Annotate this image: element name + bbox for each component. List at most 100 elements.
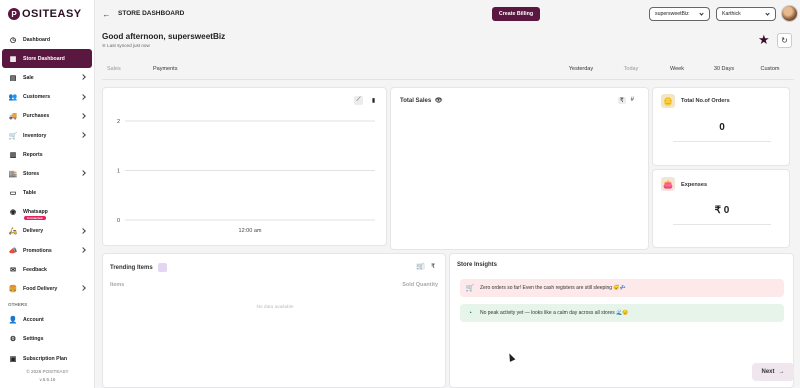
- total-orders-title: Total No.of Orders: [681, 98, 730, 104]
- sidebar-item-inventory[interactable]: 🛒 Inventory: [0, 126, 95, 145]
- tab-custom[interactable]: Custom: [754, 60, 786, 80]
- tab-today[interactable]: Today: [602, 60, 660, 80]
- trending-items-title-text: Trending Items: [110, 265, 153, 272]
- chevron-right-icon: [80, 93, 86, 100]
- logo-text: OSITEASY: [22, 8, 82, 20]
- chevron-down-icon: [765, 11, 770, 16]
- y-tick-label: 2: [117, 119, 120, 125]
- last-synced-text: Last synced just now: [107, 43, 150, 48]
- tab-30-days[interactable]: 30 Days: [694, 60, 754, 80]
- expenses-card: 👛 Expenses ₹ 0: [652, 169, 790, 248]
- hash-icon[interactable]: #: [631, 97, 634, 104]
- star-icon[interactable]: ★: [758, 33, 771, 46]
- business-select-value: supersweetBiz: [655, 11, 689, 17]
- metric-tabs: Sales Payments: [102, 60, 181, 80]
- sidebar-item-sale[interactable]: ▤ Sale: [0, 68, 95, 87]
- cart-icon: 🛒: [465, 285, 475, 292]
- expenses-value: ₹ 0: [714, 205, 730, 216]
- chevron-down-icon: [699, 11, 704, 16]
- sidebar-item-promotions[interactable]: 📣 Promotions: [0, 241, 95, 260]
- whatsapp-icon: ◉: [9, 209, 17, 217]
- sidebar-item-delivery[interactable]: 🛵 Delivery: [0, 222, 95, 241]
- sidebar-item-label: Purchases: [23, 113, 50, 120]
- last-synced: ≋ Last synced just now: [102, 43, 150, 49]
- x-tick-label: 12:00 am: [239, 228, 262, 234]
- sidebar-item-label: Subscription Plan: [23, 355, 68, 362]
- business-select[interactable]: supersweetBiz: [649, 7, 710, 21]
- sidebar-item-customers[interactable]: 👥 Customers: [0, 88, 95, 107]
- sidebar-item-whatsapp[interactable]: ◉ Whatsapp Connected: [0, 203, 95, 222]
- tab-sales[interactable]: Sales: [102, 60, 129, 80]
- sidebar-item-account[interactable]: 👤 Account: [0, 311, 95, 330]
- expenses-title: Expenses: [681, 182, 708, 188]
- next-label: Next: [761, 369, 775, 375]
- promotions-icon: 📣: [8, 247, 18, 255]
- wallet-icon: 👛: [661, 177, 675, 191]
- cart-icon[interactable]: 🛒: [415, 263, 426, 270]
- logo: P OSITEASY: [8, 8, 82, 20]
- trending-items-card: Trending Items 🛒 ₹ Items Sold Quantity N…: [102, 253, 446, 388]
- sidebar-item-dashboard[interactable]: ◷ Dashboard: [0, 30, 95, 49]
- table-icon: ▭: [9, 190, 17, 198]
- sold-quantity-column-header: Sold Quantity: [402, 282, 438, 288]
- sidebar-item-table[interactable]: ▭ Table: [0, 184, 95, 203]
- sidebar-item-subscription-plan[interactable]: ▣ Subscription Plan: [0, 349, 95, 368]
- tab-week[interactable]: Week: [660, 60, 694, 80]
- chevron-right-icon: [80, 112, 86, 119]
- rupee-icon[interactable]: ₹: [431, 263, 435, 270]
- sidebar-item-reports[interactable]: ▥ Reports: [0, 145, 95, 164]
- sidebar-item-label: Settings: [23, 336, 44, 343]
- feedback-icon: ✉: [10, 266, 16, 274]
- cart-icon: 🛒: [8, 132, 18, 140]
- y-tick-label: 0: [117, 218, 120, 224]
- sidebar-item-feedback[interactable]: ✉ Feedback: [0, 260, 95, 279]
- sidebar-item-label: Promotions: [23, 247, 52, 254]
- others-section-label: OTHERS: [8, 302, 28, 308]
- tab-yesterday[interactable]: Yesterday: [560, 60, 602, 80]
- truck-icon: 🚚: [8, 113, 18, 121]
- store-insights-title: Store Insights: [457, 262, 498, 268]
- eye-icon[interactable]: 👁: [435, 98, 443, 104]
- rupee-icon[interactable]: ₹: [617, 97, 626, 104]
- chevron-right-icon: [80, 132, 86, 138]
- next-button[interactable]: Next →: [752, 363, 794, 381]
- dashboard-icon: ◷: [9, 36, 17, 44]
- trending-items-title: Trending Items: [110, 263, 168, 272]
- settings-icon: ⚙: [9, 336, 17, 344]
- sidebar-item-label: Sale: [23, 74, 34, 81]
- create-billing-button[interactable]: Create Billing: [492, 7, 540, 21]
- sidebar-item-label: Account: [23, 317, 44, 324]
- chevron-right-icon: [80, 228, 86, 234]
- refresh-button[interactable]: ↻: [777, 33, 792, 48]
- chevron-right-icon: [80, 74, 86, 81]
- sidebar-item-purchases[interactable]: 🚚 Purchases: [0, 107, 95, 126]
- total-sales-title-text: Total Sales: [400, 98, 432, 104]
- tab-payments[interactable]: Payments: [137, 60, 181, 80]
- divider: [673, 141, 771, 142]
- back-arrow-icon[interactable]: ←: [102, 10, 111, 19]
- sidebar-item-settings[interactable]: ⚙ Settings: [0, 330, 95, 349]
- copyright-text: © 2026 POSITEASY: [26, 369, 69, 374]
- sidebar: P OSITEASY ◷ Dashboard ▦ Store Dashboard ▤ Sa…: [0, 0, 95, 388]
- total-sales-title: Total Sales 👁: [400, 97, 443, 104]
- sale-icon: ▤: [9, 74, 17, 82]
- sidebar-item-stores[interactable]: 🏬 Stores: [0, 164, 95, 183]
- sidebar-item-label: Inventory: [23, 132, 47, 139]
- trending-toggle: 🛒 ₹: [415, 263, 435, 270]
- no-data-message: No data available: [256, 305, 294, 310]
- greeting: Good afternoon, supersweetBiz: [102, 32, 226, 41]
- version-text: v.5.6.16: [39, 377, 56, 382]
- sidebar-item-store-dashboard[interactable]: ▦ Store Dashboard: [2, 49, 92, 69]
- customers-icon: 👥: [8, 94, 18, 102]
- account-icon: 👤: [8, 317, 18, 325]
- orders-icon: 🪙: [661, 94, 675, 108]
- user-select[interactable]: Karthick: [716, 7, 776, 21]
- sidebar-item-label: Table: [23, 190, 37, 197]
- sidebar-item-label: Food Delivery: [23, 286, 58, 293]
- sidebar-footer: © 2026 POSITEASY v.5.6.16: [0, 368, 95, 384]
- sidebar-item-label: Store Dashboard: [23, 55, 65, 62]
- insight-text: Zero orders so far! Even the cash regist…: [480, 285, 626, 291]
- period-tabs: Yesterday Today Week 30 Days Custom: [560, 60, 786, 80]
- avatar[interactable]: [781, 5, 798, 22]
- sidebar-item-food-delivery[interactable]: 🍔 Food Delivery: [0, 279, 95, 298]
